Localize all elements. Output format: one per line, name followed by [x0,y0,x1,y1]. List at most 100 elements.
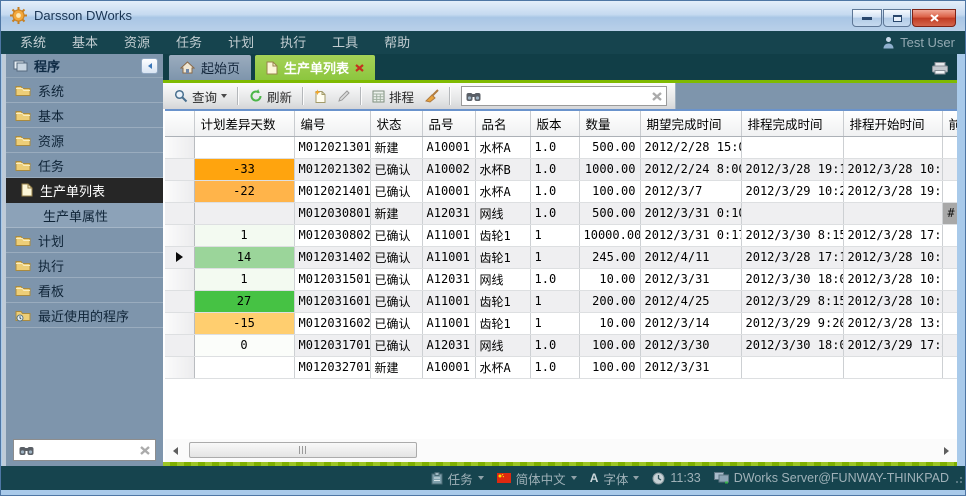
column-header-9[interactable]: 排程完成时间 [741,111,843,136]
tab-0[interactable]: 起始页 [169,55,251,80]
sidebar-item-label: 生产单列表 [40,181,105,200]
menu-item-0[interactable]: 系统 [7,31,59,54]
font-icon: A [590,471,599,485]
resize-grip-icon[interactable] [954,474,963,488]
table-cell: 2012/3/29 17:46 [843,334,942,356]
column-header-10[interactable]: 排程开始时间 [843,111,942,136]
status-bar: 任务 简体中文 A 字体 11:33 DWorks Server@FUNWAY- [1,466,965,490]
sidebar-item-4[interactable]: 生产单列表 [6,178,163,203]
column-header-11[interactable]: 前 [942,111,957,136]
row-selector-cell[interactable] [165,312,194,334]
sidebar-item-2[interactable]: 资源 [6,128,163,153]
clean-button[interactable] [421,87,442,105]
sidebar-item-9[interactable]: 最近使用的程序 [6,303,163,328]
sidebar-search-box [13,439,156,461]
tab-1[interactable]: 生产单列表 [255,55,375,80]
flag-icon [497,473,511,483]
menu-item-1[interactable]: 基本 [59,31,111,54]
column-header-5[interactable]: 品名 [475,111,530,136]
row-selector-cell[interactable] [165,268,194,290]
sidebar-search-input[interactable] [39,442,135,458]
pencil-icon [337,90,350,103]
clear-search-icon[interactable] [140,446,150,455]
toolbar-separator [237,87,239,105]
tab-label: 起始页 [201,58,240,77]
table-row[interactable]: 1M012030802已确认A11001齿轮1110000.002012/3/3… [165,224,957,246]
column-header-6[interactable]: 版本 [530,111,579,136]
query-button[interactable]: 查询 [171,85,230,108]
scrollbar-thumb[interactable] [189,442,417,458]
table-cell: A12031 [422,334,475,356]
table-cell: 齿轮1 [475,312,530,334]
column-header-2[interactable]: 编号 [294,111,370,136]
table-cell: A11001 [422,290,475,312]
sidebar-item-label: 系统 [38,81,64,100]
menu-item-3[interactable]: 任务 [163,31,215,54]
menu-item-2[interactable]: 资源 [111,31,163,54]
close-button[interactable] [912,9,956,27]
tab-strip: 起始页生产单列表 [163,54,957,83]
sidebar-item-0[interactable]: 系统 [6,78,163,103]
toolbar: 查询 刷新 [163,83,957,109]
table-cell [942,356,957,378]
table-cell: 网线 [475,334,530,356]
row-selector-cell[interactable] [165,202,194,224]
row-selector-cell[interactable] [165,356,194,378]
menu-item-5[interactable]: 执行 [267,31,319,54]
row-selector-cell[interactable] [165,136,194,158]
table-cell: A11001 [422,312,475,334]
table-search-input[interactable] [486,88,647,104]
menu-item-6[interactable]: 工具 [319,31,371,54]
status-font[interactable]: A 字体 [590,469,640,488]
table-cell: 2012/3/28 13:40 [843,312,942,334]
table-row[interactable]: M012030801新建A12031网线1.0500.002012/3/31 0… [165,202,957,224]
minimize-button[interactable] [852,9,882,27]
refresh-button[interactable]: 刷新 [246,85,295,108]
folder-icon [15,109,31,121]
table-cell: 2012/3/30 18:00 [741,334,843,356]
column-header-4[interactable]: 品号 [422,111,475,136]
new-button[interactable] [311,87,330,105]
status-language[interactable]: 简体中文 [497,469,577,488]
table-row[interactable]: 0M012031701已确认A12031网线1.0100.002012/3/30… [165,334,957,356]
sidebar-item-5[interactable]: 生产单属性 [6,203,163,228]
schedule-button[interactable]: 排程 [369,85,417,108]
clear-search-icon[interactable] [652,92,662,101]
row-selector-cell[interactable] [165,334,194,356]
sidebar-item-6[interactable]: 计划 [6,228,163,253]
table-row[interactable]: 14M012031402已确认A11001齿轮11245.002012/4/11… [165,246,957,268]
tab-close-icon[interactable] [355,64,364,72]
column-header-8[interactable]: 期望完成时间 [640,111,741,136]
row-selector-cell[interactable] [165,246,194,268]
table-row[interactable]: -15M012031602已确认A11001齿轮1110.002012/3/14… [165,312,957,334]
column-header-3[interactable]: 状态 [370,111,422,136]
status-task[interactable]: 任务 [431,469,484,488]
row-selector-cell[interactable] [165,290,194,312]
table-row[interactable]: M012021301新建A10001水杯A1.0500.002012/2/28 … [165,136,957,158]
print-icon[interactable] [932,62,948,80]
table-cell: 2012/3/28 10:52 [843,158,942,180]
row-selector-cell[interactable] [165,224,194,246]
menu-item-4[interactable]: 计划 [215,31,267,54]
table-row[interactable]: 27M012031601已确认A11001齿轮11200.002012/4/25… [165,290,957,312]
sidebar-item-7[interactable]: 执行 [6,253,163,278]
sidebar-item-3[interactable]: 任务 [6,153,163,178]
table-row[interactable]: M012032701新建A10001水杯A1.0100.002012/3/31 [165,356,957,378]
menu-item-7[interactable]: 帮助 [371,31,423,54]
table-row[interactable]: -33M012021302已确认A10002水杯B1.01000.002012/… [165,158,957,180]
scroll-left-button[interactable] [168,442,183,459]
table-row[interactable]: 1M012031501已确认A12031网线1.010.002012/3/312… [165,268,957,290]
column-header-1[interactable]: 计划差异天数 [194,111,294,136]
row-selector-cell[interactable] [165,158,194,180]
sidebar-collapse-button[interactable] [141,58,158,74]
sidebar-item-1[interactable]: 基本 [6,103,163,128]
table-row[interactable]: -22M012021401已确认A10001水杯A1.0100.002012/3… [165,180,957,202]
edit-button[interactable] [334,88,353,105]
column-header-7[interactable]: 数量 [579,111,640,136]
maximize-button[interactable] [883,9,911,27]
scroll-right-button[interactable] [939,442,954,459]
row-selector-cell[interactable] [165,180,194,202]
user-badge[interactable]: Test User [882,31,955,54]
table-cell: 100.00 [579,356,640,378]
sidebar-item-8[interactable]: 看板 [6,278,163,303]
